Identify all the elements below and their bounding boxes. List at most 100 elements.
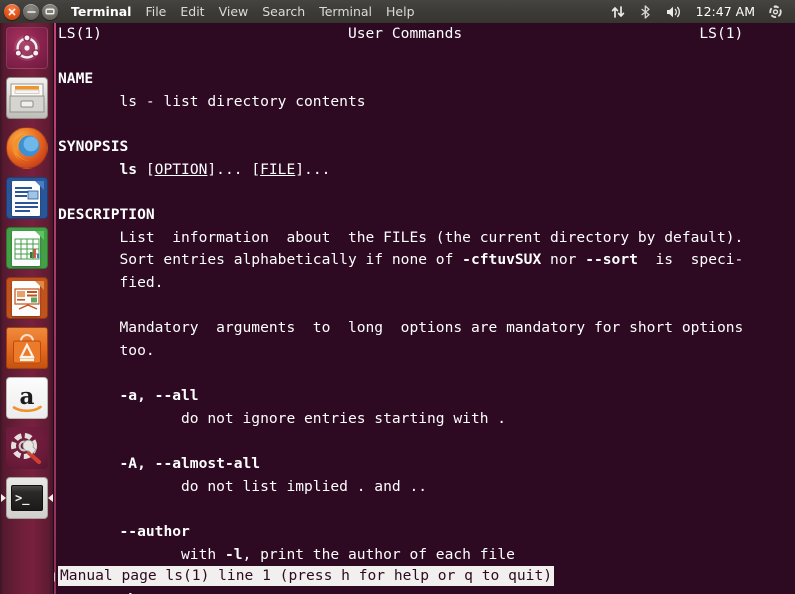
man-page-text: [: [137, 160, 155, 178]
amazon-icon: a: [6, 377, 48, 419]
volume-speaker-icon: [666, 6, 680, 17]
man-page-text: Mandatory arguments to long options are …: [58, 319, 744, 337]
amazon-smile-logo-icon: a: [12, 383, 42, 413]
menubar: Terminal File Edit View Search Terminal …: [64, 0, 422, 23]
man-page-line: ls - list directory contents: [58, 91, 795, 114]
menu-item-terminal[interactable]: Terminal: [312, 0, 379, 23]
man-page-line: -b, --escape: [58, 589, 795, 594]
man-page-line: --author: [58, 521, 795, 544]
man-page-line: do not list implied . and ..: [58, 476, 795, 499]
man-page-text: -a, --all: [119, 387, 199, 405]
bluetooth-icon: [641, 4, 650, 19]
man-page-line: [58, 431, 795, 454]
terminal-icon: >_: [6, 477, 48, 519]
man-page-line: ls [OPTION]... [FILE]...: [58, 159, 795, 182]
launcher-item-amazon[interactable]: a: [0, 373, 54, 423]
man-page-text: DESCRIPTION: [58, 206, 155, 224]
man-page-text: , print the author of each file: [242, 545, 515, 563]
man-page-text: List information about the FILEs (the cu…: [58, 228, 744, 246]
firefox-globe-icon: [12, 134, 40, 163]
man-status-bar: Manual page ls(1) line 1 (press h for he…: [58, 566, 555, 586]
man-page-line: [58, 181, 795, 204]
man-page-line: -A, --almost-all: [58, 453, 795, 476]
launcher-item-ubuntu-dash[interactable]: [0, 23, 54, 73]
man-page-text: --sort: [585, 251, 638, 269]
session-indicator[interactable]: [761, 0, 790, 23]
running-indicator-arrow: [1, 494, 6, 502]
network-updown-arrows-icon: [611, 5, 624, 18]
menu-item-help[interactable]: Help: [379, 0, 422, 23]
menu-item-search[interactable]: Search: [255, 0, 312, 23]
man-page-line: too.: [58, 340, 795, 363]
ubuntu-logo-icon: [6, 27, 48, 69]
man-page-line: SYNOPSIS: [58, 136, 795, 159]
man-page-line: List information about the FILEs (the cu…: [58, 227, 795, 250]
man-page-text: -l: [224, 545, 243, 563]
man-page-text: -A, --almost-all: [119, 455, 261, 473]
ubuntu-circle-of-friends-icon: [14, 34, 40, 61]
launcher-item-libreoffice-impress[interactable]: [0, 273, 54, 323]
man-page-text: NAME: [58, 70, 94, 88]
man-page-content: LS(1) User Commands LS(1) NAME ls - list…: [58, 23, 795, 594]
launcher-item-libreoffice-writer[interactable]: [0, 173, 54, 223]
menu-app-name[interactable]: Terminal: [64, 0, 138, 23]
man-page-text: nor: [541, 251, 586, 269]
man-page-text: too.: [58, 341, 155, 359]
shopping-bag-icon: [13, 334, 41, 364]
man-page-text: [58, 455, 120, 472]
maximize-icon: [45, 8, 55, 15]
settings-gear-icon: [11, 433, 42, 465]
close-window-button[interactable]: [4, 3, 20, 20]
indicator-area: 12:47 AM: [604, 0, 795, 23]
unity-launcher: a >_: [0, 23, 54, 594]
man-page-text: [58, 161, 120, 178]
man-page-text: FILE: [260, 160, 296, 178]
menu-item-edit[interactable]: Edit: [173, 0, 211, 23]
network-indicator[interactable]: [604, 0, 632, 23]
man-page-line: with -l, print the author of each file: [58, 544, 795, 567]
terminal-window[interactable]: LS(1) User Commands LS(1) NAME ls - list…: [54, 23, 795, 594]
spreadsheet-grid-icon: [14, 238, 40, 260]
launcher-item-files[interactable]: [0, 73, 54, 123]
minimize-window-button[interactable]: [23, 3, 39, 20]
launcher-item-firefox[interactable]: [0, 123, 54, 173]
maximize-window-button[interactable]: [42, 3, 58, 20]
launcher-item-ubuntu-software[interactable]: [0, 323, 54, 373]
man-page-text: do not ignore entries starting with .: [58, 409, 507, 427]
man-page-text: SYNOPSIS: [58, 138, 129, 156]
man-page-line: [58, 363, 795, 386]
man-page-text: Sort entries alphabetically if none of: [58, 251, 463, 269]
man-page-line: [58, 295, 795, 318]
libreoffice-impress-icon: [6, 277, 48, 319]
svg-text:a: a: [20, 383, 35, 410]
terminal-prompt-glyph: >_: [11, 485, 43, 511]
writer-lines-icon: [15, 187, 39, 212]
man-page-line: [58, 114, 795, 137]
status-bar-marker-icon: [54, 572, 55, 582]
launcher-item-libreoffice-calc[interactable]: [0, 223, 54, 273]
clock-indicator[interactable]: 12:47 AM: [690, 4, 761, 19]
man-page-line: Sort entries alphabetically if none of -…: [58, 249, 795, 272]
system-gear-icon: [769, 5, 782, 19]
volume-indicator[interactable]: [659, 0, 690, 23]
man-page-text: [58, 387, 120, 404]
libreoffice-writer-icon: [6, 177, 48, 219]
man-page-text: -cftuvSUX: [462, 251, 542, 269]
man-page-line: Mandatory arguments to long options are …: [58, 317, 795, 340]
man-page-line: [58, 46, 795, 69]
ubuntu-software-bag-icon: [6, 327, 48, 369]
bluetooth-indicator[interactable]: [632, 0, 659, 23]
man-page-text: LS(1) User Commands LS(1): [58, 25, 744, 42]
launcher-item-terminal[interactable]: >_: [0, 473, 54, 523]
man-page-text: ]... [: [207, 160, 261, 178]
firefox-icon: [6, 127, 48, 169]
man-page-line: -a, --all: [58, 385, 795, 408]
window-controls: [0, 3, 64, 20]
man-page-text: ls: [119, 160, 138, 178]
menu-item-view[interactable]: View: [212, 0, 256, 23]
libreoffice-calc-icon: [6, 227, 48, 269]
man-page-line: DESCRIPTION: [58, 204, 795, 227]
man-page-text: is speci-: [637, 251, 744, 269]
menu-item-file[interactable]: File: [138, 0, 173, 23]
launcher-item-system-settings[interactable]: [0, 423, 54, 473]
